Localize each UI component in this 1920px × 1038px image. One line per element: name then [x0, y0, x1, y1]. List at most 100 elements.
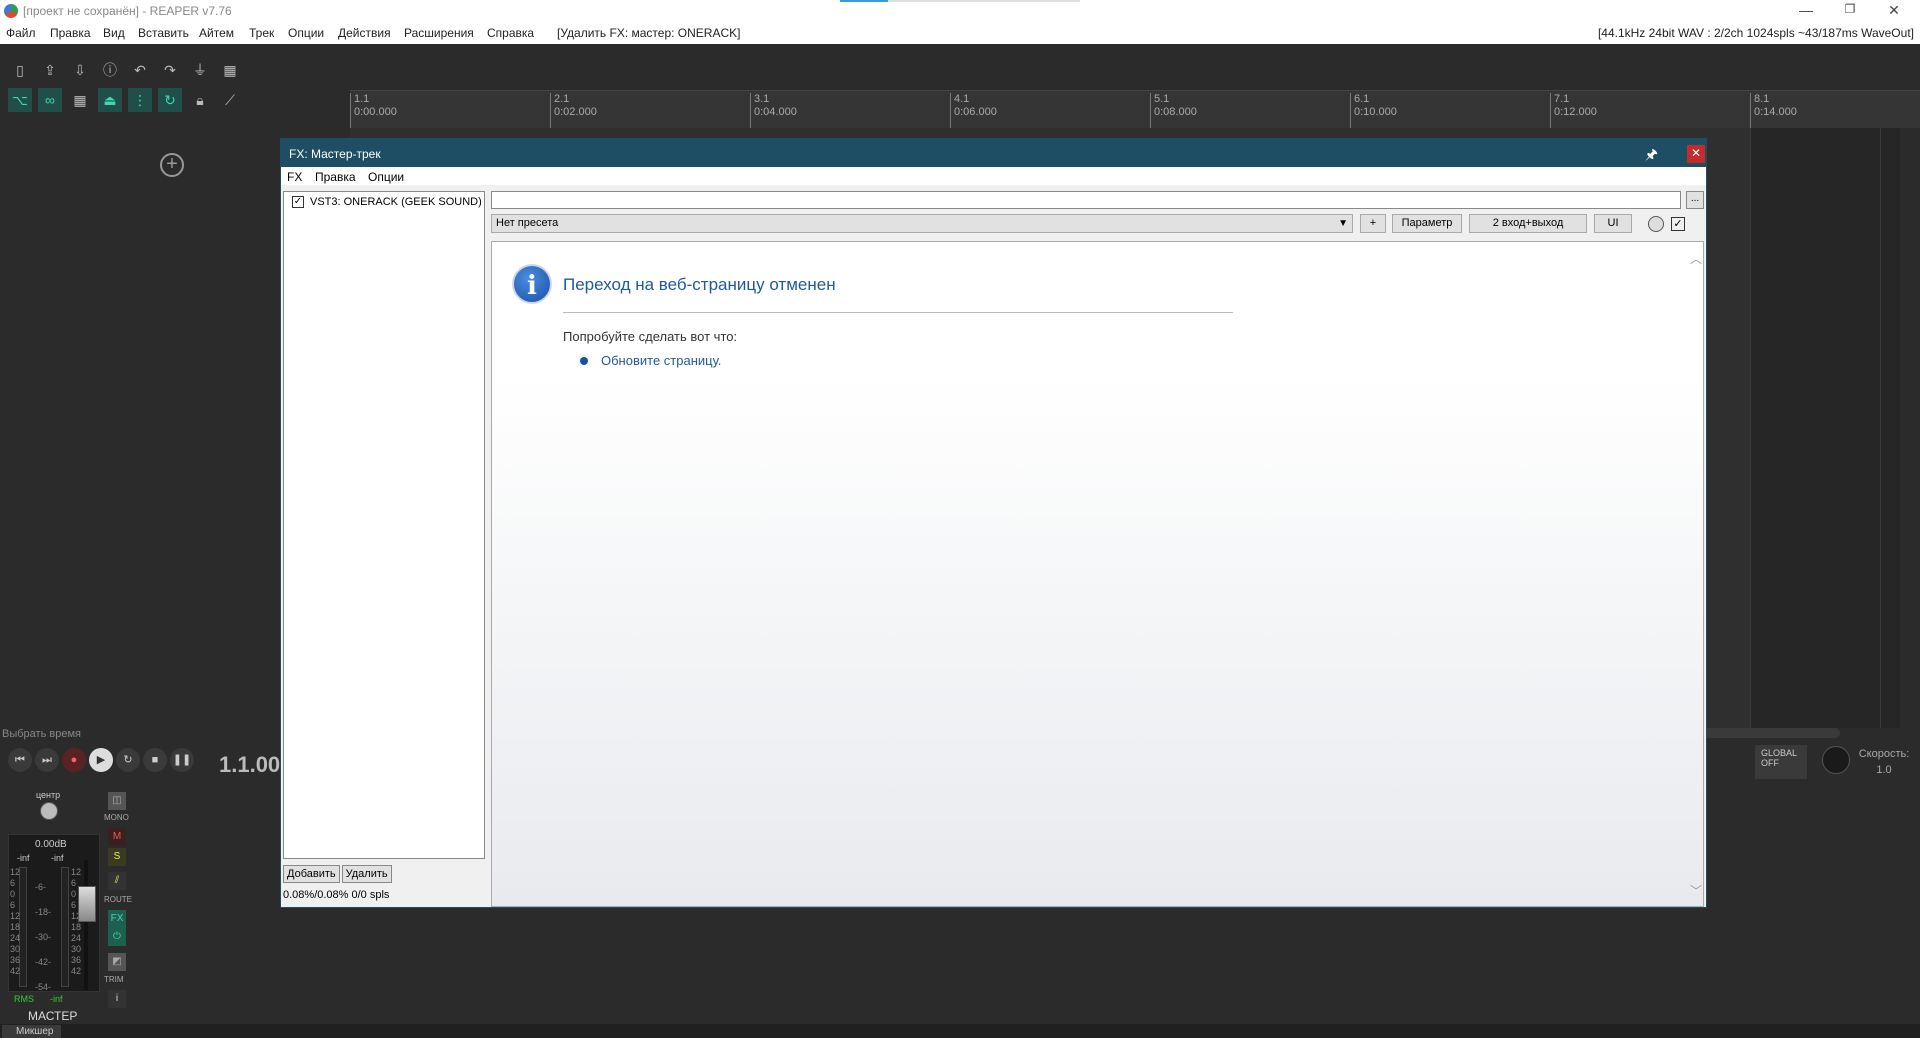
- fx-bypass-checkbox[interactable]: ✓: [1671, 217, 1685, 231]
- fx-chain-item[interactable]: ✓ VST3: ONERACK (GEEK SOUND): [288, 194, 482, 210]
- time-display[interactable]: 1.1.00: [219, 752, 280, 778]
- lock-icon[interactable]: 🔒︎: [188, 88, 212, 112]
- link-icon[interactable]: ∞: [38, 88, 62, 112]
- plugin-webview: i Переход на веб-страницу отменен Попроб…: [491, 241, 1704, 907]
- new-project-icon[interactable]: ▯: [8, 58, 32, 82]
- minimize-button[interactable]: —: [1786, 2, 1826, 18]
- go-end-icon[interactable]: ⏭: [35, 748, 59, 772]
- snap-grid-icon[interactable]: ▦: [68, 88, 92, 112]
- transport-controls: ⏮ ⏭ ● ▶ ↻ ■ ❚❚: [8, 748, 197, 772]
- solo-button[interactable]: S: [108, 848, 126, 866]
- record-icon[interactable]: ●: [62, 748, 86, 772]
- project-end-shade: [1750, 128, 1900, 728]
- pin-icon[interactable]: 🖈: [1645, 144, 1658, 168]
- menu-item[interactable]: Айтем: [199, 26, 234, 40]
- param-button[interactable]: Параметр: [1392, 214, 1462, 233]
- project-settings-icon[interactable]: ⓘ: [98, 58, 122, 82]
- route-icon[interactable]: ⫽: [108, 872, 126, 890]
- go-start-icon[interactable]: ⏮: [8, 748, 32, 772]
- add-fx-button[interactable]: Добавить: [283, 865, 340, 883]
- docker-bar: Микшер: [0, 1024, 1920, 1038]
- remove-fx-button[interactable]: Удалить: [341, 865, 392, 883]
- mute-button[interactable]: M: [108, 828, 126, 846]
- preset-add-button[interactable]: +: [1360, 214, 1386, 233]
- timeline-tick: 1.1 0:00.000: [350, 93, 397, 129]
- add-track-icon[interactable]: +: [160, 153, 184, 177]
- crossfade-icon[interactable]: ⟋: [218, 88, 242, 112]
- save-project-icon[interactable]: ⇩: [68, 58, 92, 82]
- global-automation-button[interactable]: GLOBAL OFF: [1755, 745, 1807, 779]
- menu-view[interactable]: Вид: [103, 26, 125, 40]
- fx-plugin-name: VST3: ONERACK (GEEK SOUND): [310, 196, 482, 208]
- menu-options[interactable]: Опции: [288, 26, 324, 40]
- menu-actions[interactable]: Действия: [338, 26, 391, 40]
- restore-button[interactable]: ❐: [1830, 2, 1870, 16]
- peak-right: -inf: [51, 853, 64, 863]
- timeline-tick: 8.1 0:14.000: [1750, 93, 1797, 129]
- mixer-tab[interactable]: Микшер: [2, 1025, 62, 1038]
- menu-edit[interactable]: Правка: [50, 26, 91, 40]
- route-label: ROUTE: [104, 895, 132, 904]
- pan-knob[interactable]: [40, 802, 58, 820]
- preset-dropdown[interactable]: Нет пресета ▼: [491, 214, 1353, 233]
- close-button[interactable]: ✕: [1874, 2, 1914, 19]
- menu-help[interactable]: Справка: [487, 26, 534, 40]
- info-button[interactable]: i: [108, 990, 126, 1008]
- loop-icon[interactable]: ↻: [158, 88, 182, 112]
- ripple-icon[interactable]: ⌥: [8, 88, 32, 112]
- fx-menu-edit[interactable]: Правка: [315, 170, 356, 184]
- open-project-icon[interactable]: ⇪: [38, 58, 62, 82]
- time-selection-label: Выбрать время: [2, 728, 81, 740]
- meter-scale-right: 12 6 0 6 12 18 24 30 36 42: [71, 867, 82, 976]
- error-divider: [563, 312, 1233, 313]
- io-routing-button[interactable]: 2 вход+выход: [1469, 214, 1587, 233]
- mono-icon[interactable]: ◫: [108, 792, 126, 810]
- timeline-ruler[interactable]: 1.1 0:00.000 2.1 0:02.000 3.1 0:04.000 4.1 0…: [350, 90, 1920, 129]
- reaper-logo-icon: [4, 4, 18, 18]
- info-icon: i: [512, 264, 552, 304]
- fx-chain-list[interactable]: ✓ VST3: ONERACK (GEEK SOUND): [283, 191, 485, 859]
- stop-icon[interactable]: ■: [143, 748, 167, 772]
- playrate-display[interactable]: Скорость: 1.0: [1854, 748, 1914, 776]
- rate-knob[interactable]: [1822, 746, 1850, 774]
- fx-cpu-stats: 0.08%/0.08% 0/0 spls: [283, 889, 390, 901]
- volume-readout[interactable]: 0.00dB: [35, 839, 67, 850]
- peak-left: -inf: [17, 853, 30, 863]
- pause-icon[interactable]: ❚❚: [170, 748, 194, 772]
- repeat-icon[interactable]: ↻: [116, 748, 140, 772]
- play-icon[interactable]: ▶: [89, 748, 113, 772]
- vertical-scrollbar[interactable]: [1900, 128, 1920, 728]
- wet-knob-icon[interactable]: [1648, 216, 1664, 232]
- refresh-link[interactable]: Обновите страницу.: [601, 353, 721, 368]
- envelope-icon[interactable]: ⏏: [98, 88, 122, 112]
- metronome-icon[interactable]: ⏚: [188, 58, 212, 82]
- undo-icon[interactable]: ↶: [128, 58, 152, 82]
- fx-more-button[interactable]: ...: [1686, 191, 1704, 209]
- fx-close-button[interactable]: ✕: [1687, 145, 1705, 163]
- fx-menu-fx[interactable]: FX: [287, 170, 302, 184]
- fx-name-field[interactable]: [491, 191, 1681, 209]
- menu-extensions[interactable]: Расширения: [404, 26, 474, 40]
- ui-button[interactable]: UI: [1594, 214, 1632, 233]
- trim-label: TRIM: [104, 975, 124, 984]
- audio-device-info[interactable]: [44.1kHz 24bit WAV : 2/2ch 1024spls ~43/…: [1598, 26, 1914, 40]
- volume-fader-knob[interactable]: [78, 886, 96, 922]
- grid-icon[interactable]: ▦: [218, 58, 242, 82]
- fx-titlebar[interactable]: FX: Мастер-трек 🖈 ✕: [281, 139, 1706, 167]
- webview-scrollbar[interactable]: ︿ ﹀: [1686, 242, 1704, 906]
- fx-enable-checkbox[interactable]: ✓: [292, 196, 304, 208]
- meter-right: [61, 867, 69, 987]
- master-track-name: МАСТЕР: [28, 1009, 78, 1023]
- trim-icon[interactable]: ◩: [108, 953, 126, 971]
- snap-icon[interactable]: ⋮: [128, 88, 152, 112]
- menu-track[interactable]: Трек: [249, 26, 274, 40]
- fx-menu-options[interactable]: Опции: [368, 170, 404, 184]
- redo-icon[interactable]: ↷: [158, 58, 182, 82]
- menu-file[interactable]: Файл: [6, 26, 36, 40]
- fx-chain-buttons: Добавить Удалить: [283, 865, 394, 883]
- chevron-down-icon[interactable]: ﹀: [1690, 882, 1702, 899]
- fx-button[interactable]: FX: [108, 910, 126, 928]
- chevron-up-icon[interactable]: ︿: [1690, 250, 1702, 267]
- fx-bypass-icon[interactable]: ⏻: [108, 928, 126, 946]
- menu-insert[interactable]: Вставить: [138, 26, 189, 40]
